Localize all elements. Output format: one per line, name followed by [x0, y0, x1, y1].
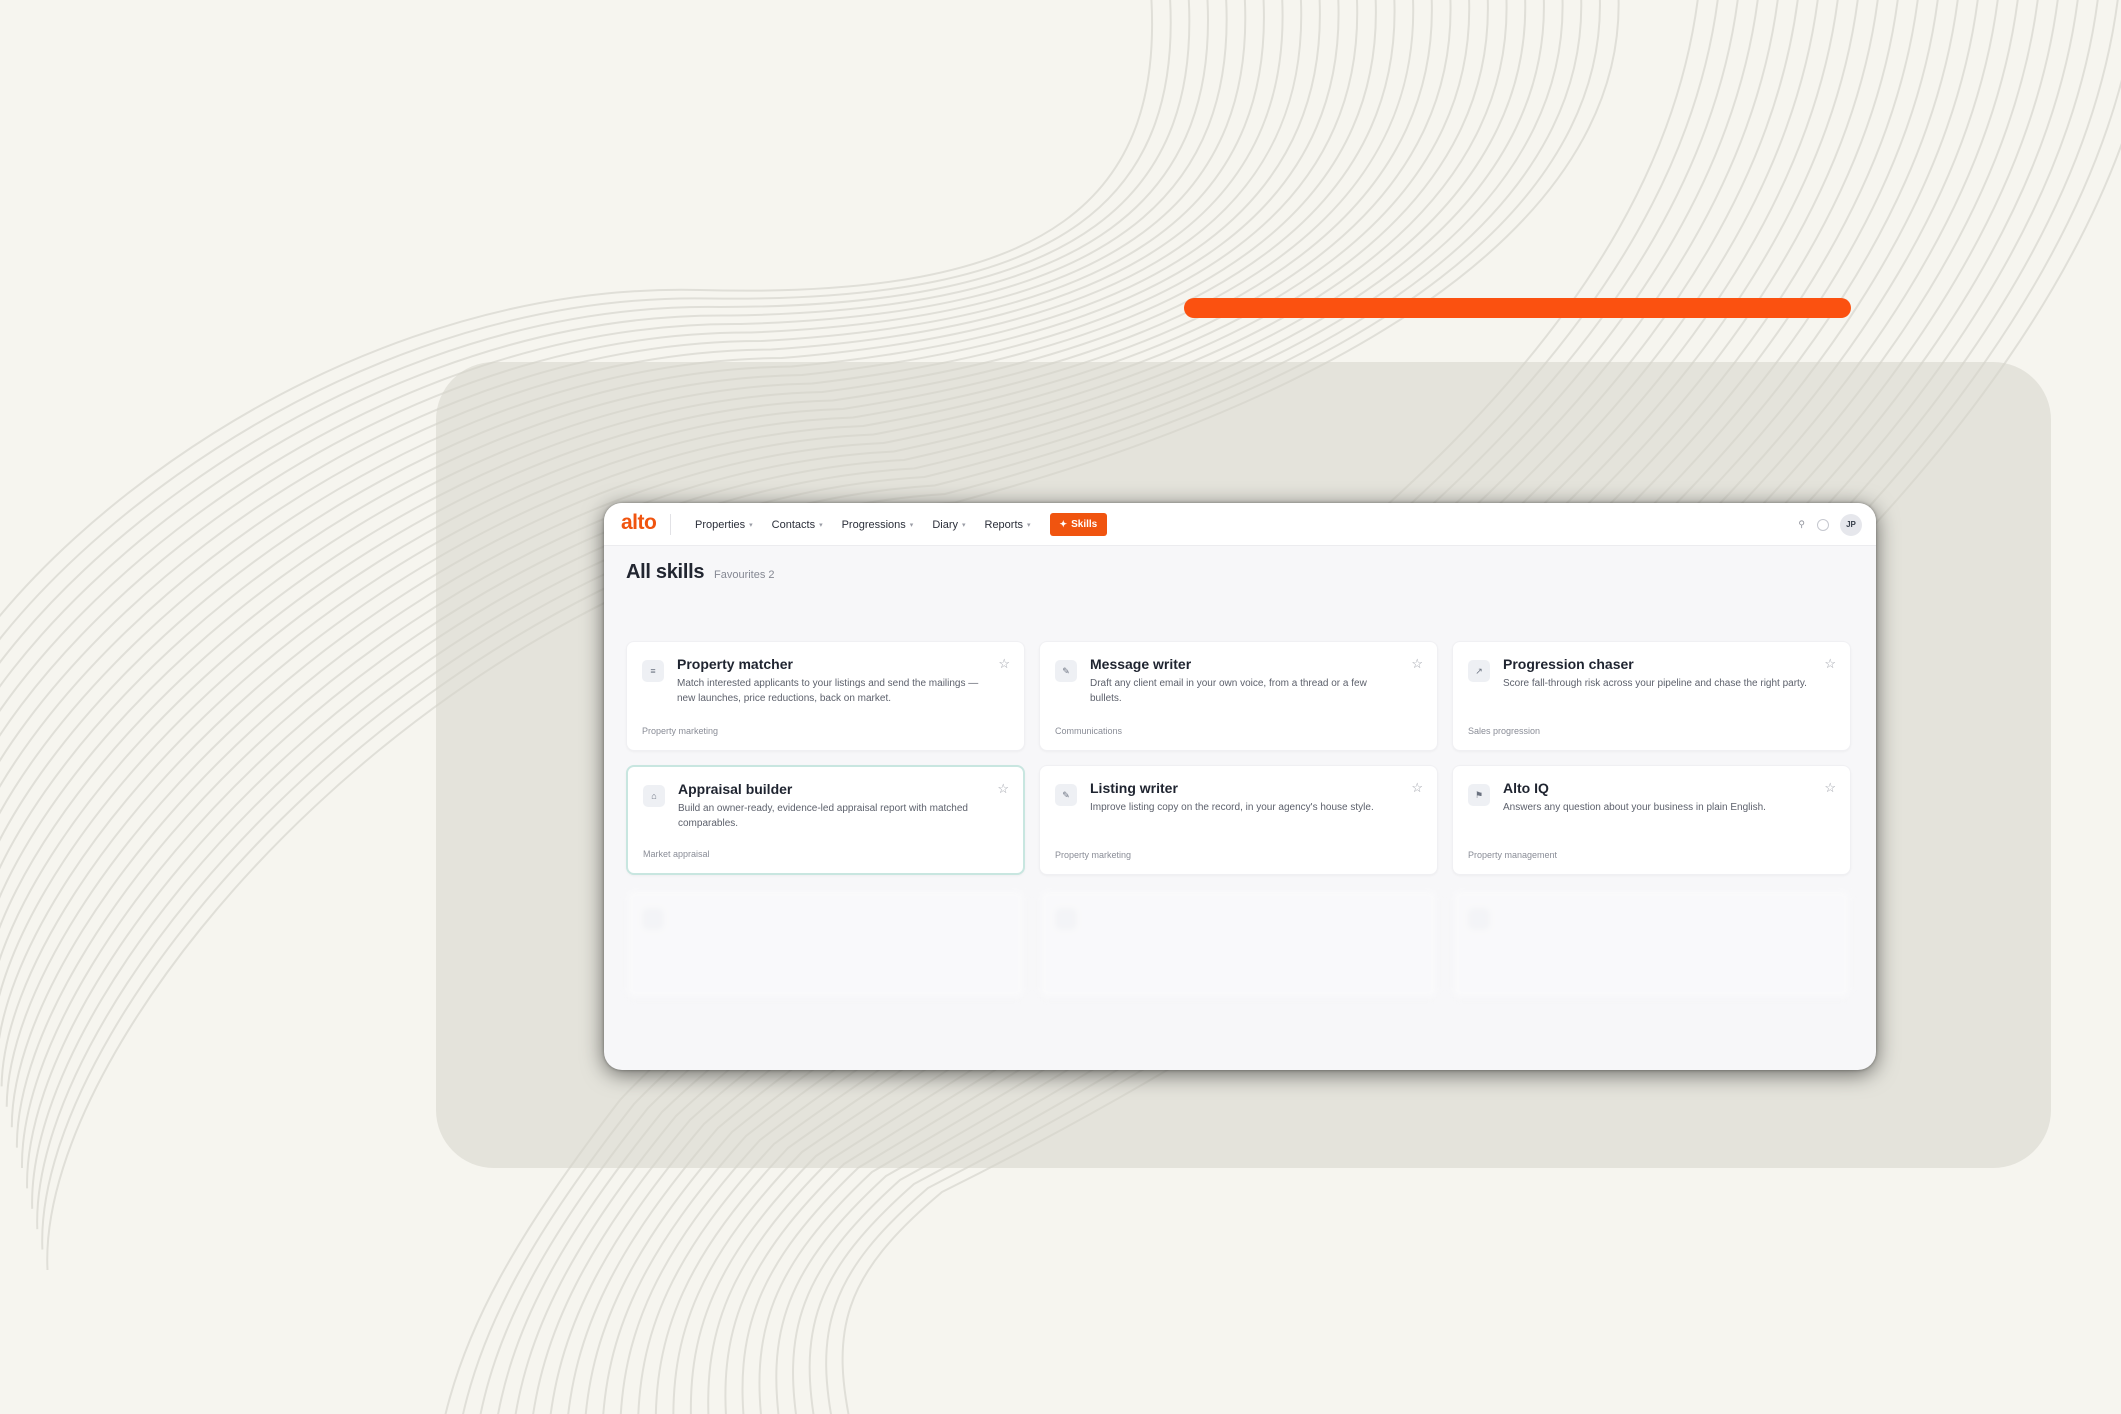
skill-card-progression-chaser[interactable]: ↗ Progression chaser Score fall-through …	[1452, 641, 1851, 751]
arrow-icon: ↗	[1468, 660, 1490, 682]
skill-description: Answers any question about your business…	[1503, 802, 1766, 813]
nav-diary[interactable]: Diary ▾	[932, 519, 965, 531]
pin-icon[interactable]: ⚲	[1798, 519, 1805, 530]
skill-description: Score fall-through risk across your pipe…	[1503, 678, 1807, 689]
skill-category: Sales progression	[1468, 726, 1541, 736]
chevron-down-icon: ▾	[909, 521, 914, 529]
star-icon[interactable]: ☆	[1824, 780, 1836, 796]
notification-icon[interactable]	[1817, 518, 1829, 531]
nav-contacts[interactable]: Contacts ▾	[772, 519, 823, 531]
skill-category: Property marketing	[642, 726, 719, 736]
nav-reports-label: Reports	[984, 518, 1024, 531]
skill-category: Property management	[1468, 850, 1558, 860]
placeholder-icon	[642, 908, 664, 930]
placeholder-icon	[1055, 908, 1077, 930]
skill-category: Communications	[1055, 726, 1123, 736]
user-avatar[interactable]: JP	[1840, 513, 1862, 536]
home-icon: ⌂	[643, 785, 665, 807]
skill-title: Appraisal builder	[678, 781, 793, 797]
nav-contacts-label: Contacts	[771, 518, 816, 531]
nav-progressions-label: Progressions	[841, 518, 906, 531]
skill-category: Property marketing	[1055, 850, 1132, 860]
nav-properties-label: Properties	[695, 518, 746, 531]
chevron-down-icon: ▾	[961, 521, 966, 529]
skill-title: Alto IQ	[1503, 780, 1549, 796]
chevron-down-icon: ▾	[749, 521, 753, 529]
skills-grid: ≡ Property matcher Match interested appl…	[626, 641, 1854, 999]
accent-bar	[1184, 298, 1851, 318]
skill-title: Listing writer	[1090, 780, 1178, 796]
nav-diary-label: Diary	[932, 518, 958, 531]
chevron-down-icon: ▾	[1027, 521, 1031, 529]
skill-card-placeholder	[626, 889, 1025, 999]
pencil-icon: ✎	[1055, 784, 1077, 806]
skill-description: Build an owner-ready, evidence-led appra…	[678, 803, 968, 829]
nav-progressions[interactable]: Progressions ▾	[842, 519, 914, 531]
star-icon[interactable]: ☆	[1411, 656, 1423, 672]
star-icon[interactable]: ☆	[997, 781, 1009, 797]
skill-title: Progression chaser	[1503, 656, 1634, 672]
chat-icon: ⚑	[1468, 784, 1490, 806]
skill-description: Draft any client email in your own voice…	[1090, 678, 1367, 704]
star-icon[interactable]: ☆	[1824, 656, 1836, 672]
nav-divider	[670, 514, 671, 535]
pencil-icon: ✎	[1055, 660, 1077, 682]
skill-card-alto-iq[interactable]: ⚑ Alto IQ Answers any question about you…	[1452, 765, 1851, 875]
skill-card-property-matcher[interactable]: ≡ Property matcher Match interested appl…	[626, 641, 1025, 751]
skill-category: Market appraisal	[643, 849, 710, 859]
skill-card-placeholder	[1452, 889, 1851, 999]
skill-description: Improve listing copy on the record, in y…	[1090, 802, 1374, 813]
list-icon: ≡	[642, 660, 664, 682]
app-window: alto Properties ▾ Contacts ▾ Progression…	[604, 503, 1876, 1070]
alto-logo[interactable]: alto	[621, 511, 657, 535]
skill-title: Property matcher	[677, 656, 793, 672]
top-navigation: alto Properties ▾ Contacts ▾ Progression…	[604, 503, 1876, 546]
skills-button[interactable]: ✦ Skills	[1049, 513, 1108, 536]
star-icon[interactable]: ☆	[998, 656, 1010, 672]
page-title: All skills	[626, 561, 705, 583]
star-icon[interactable]: ☆	[1411, 780, 1423, 796]
nav-menu: Properties ▾ Contacts ▾ Progressions ▾ D…	[695, 503, 1108, 546]
placeholder-icon	[1468, 908, 1490, 930]
nav-reports[interactable]: Reports ▾	[985, 519, 1031, 531]
skill-card-placeholder	[1039, 889, 1438, 999]
skill-description: Match interested applicants to your list…	[677, 678, 979, 704]
sparkle-icon: ✦	[1059, 519, 1068, 529]
skill-title: Message writer	[1090, 656, 1192, 672]
nav-properties[interactable]: Properties ▾	[695, 519, 753, 531]
skill-card-message-writer[interactable]: ✎ Message writer Draft any client email …	[1039, 641, 1438, 751]
skill-card-appraisal-builder[interactable]: ⌂ Appraisal builder Build an owner-ready…	[626, 765, 1025, 875]
nav-utilities: ⚲ JP	[1798, 503, 1862, 546]
favourites-count[interactable]: Favourites 2	[714, 569, 775, 581]
skills-button-label: Skills	[1071, 519, 1098, 530]
skill-card-listing-writer[interactable]: ✎ Listing writer Improve listing copy on…	[1039, 765, 1438, 875]
chevron-down-icon: ▾	[819, 521, 823, 529]
